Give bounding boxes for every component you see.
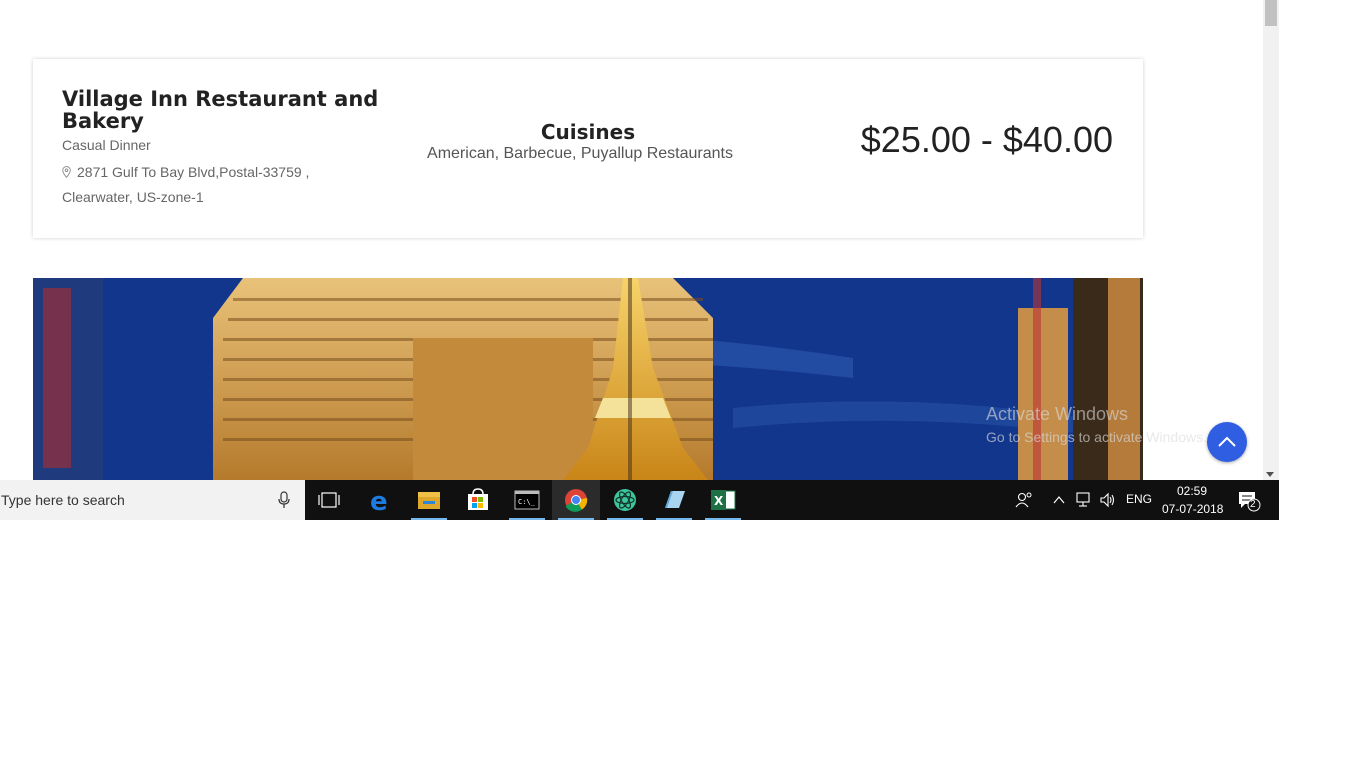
- clock-date[interactable]: 07-07-2018: [1162, 502, 1223, 516]
- windows-taskbar: Type here to search e C:\_ X ENG 02:59 0…: [0, 480, 1279, 520]
- store-app[interactable]: [454, 480, 502, 520]
- chrome-app[interactable]: [552, 480, 600, 520]
- scrollbar-thumb[interactable]: [1265, 0, 1277, 26]
- notepad-icon: [665, 491, 685, 508]
- restaurant-category: Casual Dinner: [62, 137, 151, 153]
- running-indicator: [607, 518, 643, 520]
- map-pin-icon: [62, 166, 71, 178]
- excel-icon: X: [711, 490, 736, 510]
- svg-text:C:\_: C:\_: [518, 498, 536, 506]
- terminal-icon: C:\_: [514, 490, 540, 510]
- browser-viewport: Village Inn Restaurant and Bakery Casual…: [0, 0, 1263, 480]
- microphone-icon[interactable]: [277, 491, 291, 509]
- svg-text:X: X: [714, 494, 724, 508]
- vertical-scrollbar[interactable]: [1263, 0, 1279, 480]
- restaurant-card: Village Inn Restaurant and Bakery Casual…: [33, 59, 1143, 238]
- cuisines-heading: Cuisines: [540, 120, 636, 144]
- file-explorer-icon: [418, 492, 440, 509]
- edge-icon: e: [370, 487, 388, 517]
- scroll-down-arrow-icon[interactable]: [1266, 472, 1274, 477]
- chevron-up-icon[interactable]: [1051, 492, 1067, 508]
- running-indicator: [705, 518, 741, 520]
- store-icon: [468, 488, 488, 510]
- city-skyline-photo: [33, 278, 1143, 480]
- taskbar-search-box[interactable]: Type here to search: [0, 480, 305, 520]
- back-to-top-button[interactable]: [1207, 422, 1247, 462]
- people-icon[interactable]: [1014, 490, 1034, 510]
- clock-time[interactable]: 02:59: [1177, 484, 1207, 498]
- notepad-app[interactable]: [650, 480, 698, 520]
- excel-app[interactable]: X: [699, 480, 747, 520]
- activate-windows-title: Activate Windows: [986, 404, 1129, 424]
- running-indicator: [558, 518, 594, 520]
- atom-app[interactable]: [601, 480, 649, 520]
- file-explorer-app[interactable]: [405, 480, 453, 520]
- task-view-icon: [318, 492, 340, 508]
- svg-text:e: e: [370, 487, 388, 517]
- address-line-2: Clearwater, US-zone-1: [62, 189, 204, 205]
- running-indicator: [411, 518, 447, 520]
- terminal-app[interactable]: C:\_: [503, 480, 551, 520]
- price-range: $25.00 - $40.00: [860, 119, 1113, 160]
- chrome-icon: [565, 489, 588, 512]
- cuisines-list: American, Barbecue, Puyallup Restaurants: [427, 145, 733, 162]
- task-view-button[interactable]: [305, 480, 353, 520]
- restaurant-name[interactable]: Village Inn Restaurant and Bakery: [62, 88, 402, 132]
- volume-icon[interactable]: [1099, 491, 1117, 509]
- network-icon[interactable]: [1075, 491, 1093, 509]
- chevron-up-icon: [1218, 436, 1236, 447]
- address-line-1: 2871 Gulf To Bay Blvd,Postal-33759 ,: [77, 164, 310, 180]
- restaurant-address: 2871 Gulf To Bay Blvd,Postal-33759 , Cle…: [62, 160, 362, 210]
- notification-count-badge: 2: [1250, 499, 1256, 510]
- language-indicator[interactable]: ENG: [1126, 492, 1152, 506]
- search-placeholder: Type here to search: [1, 492, 125, 508]
- restaurant-banner-image: [33, 278, 1143, 480]
- running-indicator: [509, 518, 545, 520]
- atom-icon: [614, 489, 636, 511]
- running-indicator: [656, 518, 692, 520]
- edge-app[interactable]: e: [356, 480, 404, 520]
- activate-windows-subtitle: Go to Settings to activate Windows.: [986, 429, 1207, 445]
